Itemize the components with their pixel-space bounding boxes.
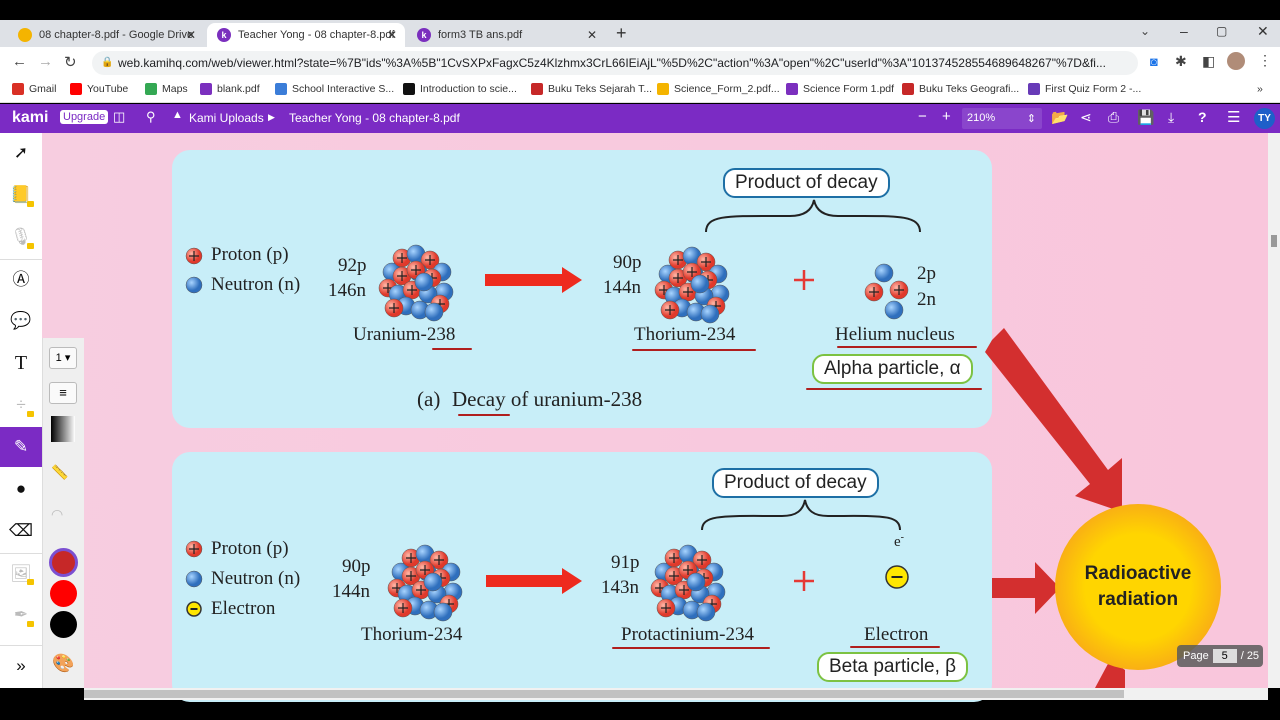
radiation-arrow	[985, 328, 1122, 512]
signature-tool-icon[interactable]: ✒	[0, 595, 42, 635]
alpha-particle-bubble: Alpha particle, α	[812, 354, 973, 384]
beta-particle-bubble: Beta particle, β	[817, 652, 969, 682]
neutron	[696, 602, 716, 622]
particle-label: Electron	[864, 624, 929, 645]
line-style-button[interactable]: ≡	[49, 382, 77, 404]
neutron	[433, 602, 453, 622]
annotation-underline	[850, 646, 940, 648]
page-indicator: Page 5/ 25	[1177, 645, 1263, 667]
neutron	[700, 304, 720, 324]
annotation-underline	[432, 348, 472, 350]
parent-neutrons: 146n	[328, 280, 366, 301]
neutron	[884, 300, 904, 320]
horizontal-scrollbar[interactable]	[84, 688, 1268, 700]
legend-proton: Proton (p)	[211, 244, 289, 265]
brace	[701, 499, 901, 531]
stroke-width-value: 1	[55, 352, 62, 364]
tool-sidebar: ➚ 📒 🎙 Ⓐ 💬 T ÷ ✎ ● ⌫ 🖼 ✒ »	[0, 133, 42, 688]
radiation-label: Radioactive radiation	[1084, 563, 1192, 610]
shapes-tool-icon[interactable]: ●	[0, 469, 42, 509]
expand-icon[interactable]: »	[0, 645, 42, 685]
plus-operator	[794, 270, 814, 290]
lock-icon	[27, 201, 34, 207]
annotation-underline	[806, 388, 982, 390]
lock-icon	[27, 621, 34, 627]
annotation-underline	[632, 349, 756, 351]
parent-protons: 90p	[342, 556, 371, 577]
neutron	[424, 302, 444, 322]
parent-protons: 92p	[338, 255, 367, 276]
highlight-tool-icon[interactable]: Ⓐ	[0, 259, 42, 299]
lock-icon	[27, 579, 34, 585]
read-aloud-tool-icon[interactable]: 🎙	[0, 217, 42, 257]
text-tool-icon[interactable]: T	[0, 343, 42, 383]
equation-tool-icon[interactable]: ÷	[0, 385, 42, 425]
color-swatch-red[interactable]	[50, 580, 77, 607]
legend-neutron: Neutron (n)	[211, 274, 301, 295]
daughter-neutrons: 144n	[603, 277, 641, 298]
vertical-scrollbar[interactable]	[1268, 133, 1280, 688]
legend-proton: Proton (p)	[211, 538, 289, 559]
parent-label: Thorium-234	[361, 624, 463, 645]
particle-neutrons: 2n	[917, 289, 936, 310]
scroll-thumb[interactable]	[1271, 235, 1277, 247]
radiation-arrow	[992, 562, 1060, 614]
brace	[705, 199, 921, 233]
neutron	[690, 274, 710, 294]
annotation-underline	[612, 647, 770, 649]
drawing-options-panel: 1 ▾ ≡ 📏 ◠ 🎨	[42, 338, 84, 688]
product-of-decay-bubble: Product of decay	[723, 168, 890, 198]
lock-icon	[27, 411, 34, 417]
daughter-label: Protactinium-234	[621, 624, 754, 645]
parent-label: Uranium-238	[353, 324, 456, 345]
plus-operator	[794, 571, 814, 591]
stroke-width-select[interactable]: 1 ▾	[49, 347, 77, 369]
annotation-underline	[837, 346, 977, 348]
neutron	[414, 272, 434, 292]
reaction-arrow	[486, 568, 582, 594]
palette-icon[interactable]: 🎨	[52, 653, 74, 674]
daughter-protons: 90p	[613, 252, 642, 273]
ruler-icon[interactable]: 📏	[51, 464, 68, 481]
neutron	[185, 276, 203, 294]
neutron	[874, 263, 894, 283]
particle-protons: 2p	[917, 263, 936, 284]
legend-neutron: Neutron (n)	[211, 568, 301, 589]
page-label: Page	[1183, 650, 1209, 662]
select-tool-icon[interactable]: ➚	[0, 133, 42, 173]
particle-label: Helium nucleus	[835, 324, 955, 345]
daughter-neutrons: 143n	[601, 577, 639, 598]
neutron	[686, 572, 706, 592]
scroll-thumb[interactable]	[84, 690, 1124, 698]
color-swatch-darkred[interactable]	[49, 548, 78, 577]
product-of-decay-bubble: Product of decay	[712, 468, 879, 498]
opacity-gradient[interactable]	[51, 416, 75, 442]
comment-tool-icon[interactable]: 💬	[0, 301, 42, 341]
neutron	[423, 572, 443, 592]
page-number-input[interactable]: 5	[1212, 649, 1237, 663]
drawing-tool-icon[interactable]: ✎	[0, 427, 42, 467]
neutron	[185, 570, 203, 588]
protractor-icon[interactable]: ◠	[51, 506, 63, 523]
legend-electron: Electron	[211, 598, 276, 619]
color-swatch-black[interactable]	[50, 611, 77, 638]
page-total: / 25	[1240, 650, 1260, 662]
caption-prefix: (a)	[417, 387, 441, 411]
eraser-tool-icon[interactable]: ⌫	[0, 511, 42, 551]
electron-symbol-text: e	[894, 534, 901, 550]
image-tool-icon[interactable]: 🖼	[0, 553, 42, 593]
caption: Decay of uranium-238	[452, 387, 643, 411]
daughter-protons: 91p	[611, 552, 640, 573]
electron-symbol: e-	[894, 532, 905, 550]
parent-neutrons: 144n	[332, 581, 370, 602]
reaction-arrow	[485, 267, 582, 293]
dictionary-tool-icon[interactable]: 📒	[0, 175, 42, 215]
lock-icon	[27, 243, 34, 249]
annotation-underline	[458, 414, 510, 416]
daughter-label: Thorium-234	[634, 324, 736, 345]
